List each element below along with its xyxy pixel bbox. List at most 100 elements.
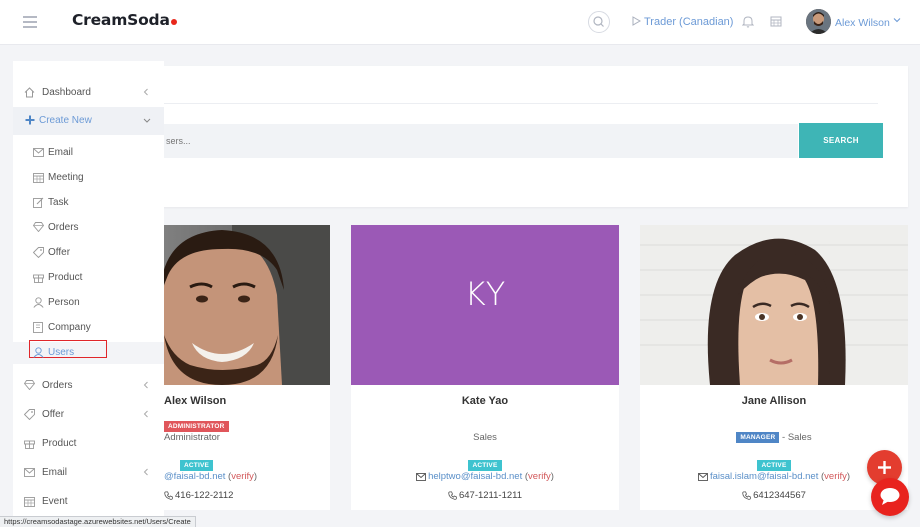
home-icon	[24, 87, 35, 98]
sidebar-item-product[interactable]: Product	[13, 430, 164, 458]
manager-badge: MANAGER	[736, 432, 780, 443]
diamond-icon	[33, 222, 44, 232]
chevron-down-icon[interactable]	[893, 17, 901, 23]
bell-icon[interactable]	[742, 15, 754, 28]
user-card-kate-yao[interactable]: KY Kate Yao Sales ACTIVE helptwo@faisal-…	[351, 225, 619, 510]
chevron-left-icon	[143, 468, 148, 476]
verify-link[interactable]: verify	[824, 471, 847, 482]
tag-icon	[24, 409, 35, 420]
avatar-initials: KY	[464, 275, 506, 313]
verify-link[interactable]: verify	[528, 471, 551, 482]
create-new-person[interactable]: Person	[13, 292, 164, 314]
brand-name: CreamSoda	[72, 11, 170, 29]
chevron-left-icon	[143, 88, 148, 96]
create-new-orders[interactable]: Orders	[13, 217, 164, 239]
create-new-product[interactable]: Product	[13, 267, 164, 289]
play-icon	[632, 16, 642, 26]
sub-item-label: Offer	[48, 247, 71, 258]
user-phone[interactable]: 6412344567	[753, 490, 806, 501]
sidebar-item-email[interactable]: Email	[13, 459, 164, 487]
sidebar-item-label: Dashboard	[42, 87, 91, 98]
chat-fab-button[interactable]	[871, 478, 909, 516]
user-name[interactable]: Kate Yao	[351, 395, 619, 407]
envelope-icon	[698, 473, 708, 481]
sub-item-label: Person	[48, 297, 80, 308]
user-name[interactable]: Alex Wilson	[835, 17, 890, 29]
create-new-task[interactable]: Task	[13, 192, 164, 214]
user-phone[interactable]: 647-1211-1211	[459, 490, 522, 501]
building-icon	[33, 322, 43, 333]
chat-bubble-icon	[880, 488, 900, 505]
initials-avatar: KY	[351, 225, 619, 385]
create-new-company[interactable]: Company	[13, 317, 164, 339]
users-icon	[33, 347, 44, 358]
chevron-left-icon	[143, 410, 148, 418]
person-icon	[33, 297, 44, 308]
panel-divider	[156, 103, 878, 104]
trader-selector[interactable]: Trader (Canadian)	[632, 16, 733, 28]
gift-icon	[33, 274, 44, 283]
sidebar-item-label: Event	[42, 496, 68, 507]
search-icon	[593, 16, 604, 27]
phone-icon	[164, 491, 173, 500]
sidebar-item-label: Product	[42, 438, 77, 449]
user-avatar[interactable]	[806, 9, 831, 34]
sub-item-label: Task	[48, 197, 69, 208]
top-header: CreamSoda Trader (Canadian) Alex Wilson	[0, 0, 920, 45]
email-row: helptwo@faisal-bd.net (verify)	[351, 471, 619, 482]
user-email[interactable]: @faisal-bd.net	[164, 471, 225, 482]
administrator-badge: ADMINISTRATOR	[164, 421, 229, 432]
chevron-left-icon	[143, 381, 148, 389]
header-search-button[interactable]	[588, 11, 610, 33]
plus-icon	[25, 115, 35, 125]
sidebar-item-create-new[interactable]: Create New	[13, 107, 164, 135]
status-badge: ACTIVE	[757, 460, 791, 471]
phone-icon	[742, 491, 751, 500]
sub-item-label: Company	[48, 322, 91, 333]
search-button[interactable]: SEARCH	[799, 123, 883, 158]
calendar-icon	[24, 497, 35, 507]
hamburger-menu-icon[interactable]	[23, 16, 37, 28]
sub-item-label: Users	[48, 347, 75, 358]
sub-item-label: Meeting	[48, 172, 84, 183]
sidebar-item-label: Email	[42, 467, 68, 478]
browser-status-bar: https://creamsodastage.azurewebsites.net…	[0, 516, 196, 527]
phone-row: 6412344567	[640, 490, 908, 501]
user-email[interactable]: faisal.islam@faisal-bd.net	[710, 471, 818, 482]
role-badge-row: ADMINISTRATOR	[164, 415, 229, 433]
diamond-icon	[24, 380, 35, 390]
envelope-icon	[24, 468, 35, 477]
sidebar-item-offer[interactable]: Offer	[13, 401, 164, 429]
sidebar-menu: Dashboard Create New Email Meeting Task …	[13, 61, 164, 527]
user-role: Sales	[473, 432, 497, 443]
gift-icon	[24, 440, 35, 449]
user-search-input[interactable]	[156, 124, 798, 158]
sub-item-label: Orders	[48, 222, 79, 233]
verify-link[interactable]: verify	[231, 471, 254, 482]
envelope-icon	[416, 473, 427, 481]
calendar-icon	[33, 173, 44, 183]
envelope-icon	[33, 148, 44, 157]
create-new-users[interactable]: Users	[13, 340, 164, 364]
trader-label: Trader (Canadian)	[644, 16, 734, 28]
status-badge: ACTIVE	[180, 460, 214, 471]
create-new-email[interactable]: Email	[13, 142, 164, 164]
sidebar-item-event[interactable]: Event	[13, 488, 164, 516]
sidebar-item-label: Offer	[42, 409, 65, 420]
user-name[interactable]: Jane Allison	[640, 395, 908, 407]
user-photo	[640, 225, 908, 385]
sidebar-item-label: Create New	[39, 115, 92, 126]
user-phone[interactable]: 416-122-2112	[175, 490, 233, 501]
user-email[interactable]: helptwo@faisal-bd.net	[428, 471, 522, 482]
sidebar-item-orders[interactable]: Orders	[13, 372, 164, 400]
brand-dot	[170, 19, 177, 25]
create-new-meeting[interactable]: Meeting	[13, 167, 164, 189]
tag-icon	[33, 247, 44, 258]
create-new-offer[interactable]: Offer	[13, 242, 164, 264]
status-row: ACTIVE	[351, 454, 619, 472]
brand-logo[interactable]: CreamSoda	[72, 11, 177, 29]
edit-icon	[33, 197, 44, 208]
sidebar-item-label: Orders	[42, 380, 73, 391]
calendar-icon[interactable]	[770, 15, 782, 27]
sidebar-item-dashboard[interactable]: Dashboard	[13, 79, 164, 107]
